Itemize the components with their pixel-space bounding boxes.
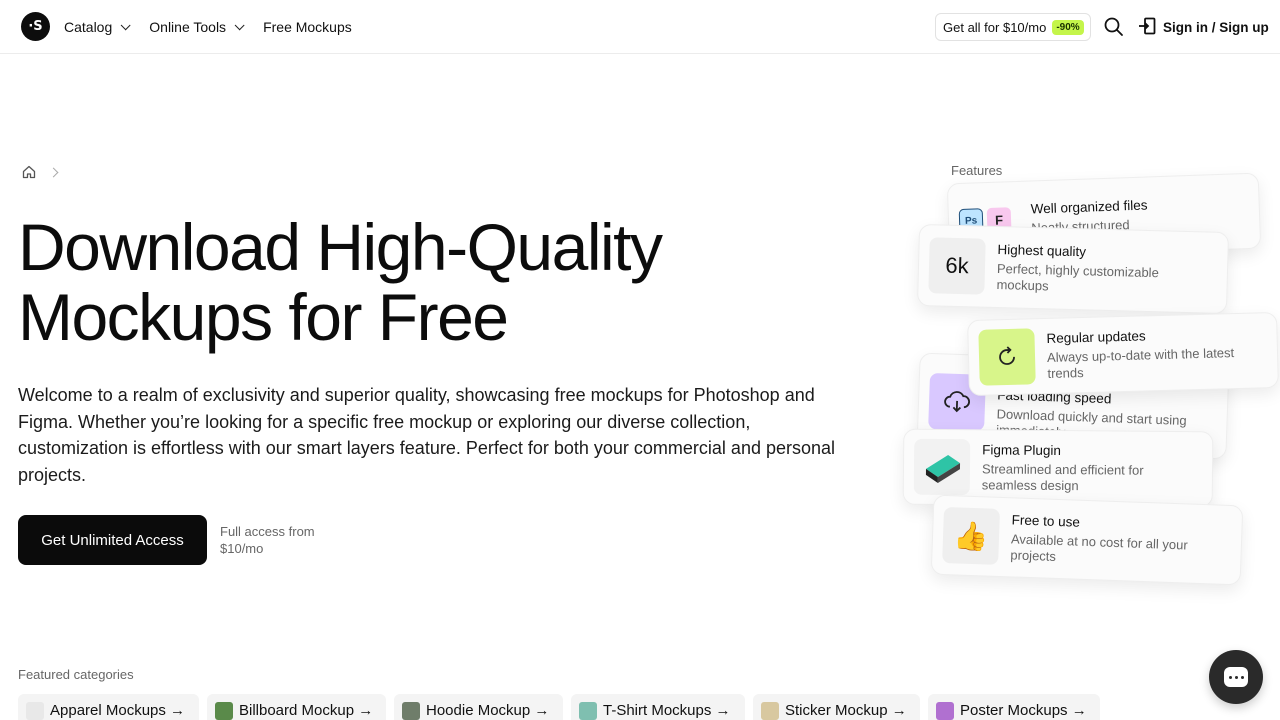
category-thumbnail — [936, 702, 954, 720]
refresh-icon — [978, 328, 1036, 386]
promo-label: Get all for $10/mo — [943, 19, 1047, 35]
category-label: Poster Mockups → — [960, 702, 1087, 719]
feature-desc: Always up-to-date with the latest trends — [1046, 344, 1235, 381]
category-thumbnail — [402, 702, 420, 720]
breadcrumb — [18, 161, 59, 183]
quality-6k-icon: 6k — [928, 237, 986, 295]
category-label: Sticker Mockup → — [785, 702, 907, 719]
featured-categories-label: Featured categories — [18, 667, 134, 682]
category-thumbnail — [579, 702, 597, 720]
chevron-down-icon — [120, 19, 131, 30]
nav-online-tools[interactable]: Online Tools — [149, 19, 245, 35]
feature-title: Figma Plugin — [982, 441, 1062, 458]
page-title: Download High-Quality Mockups for Free — [18, 212, 738, 352]
home-icon[interactable] — [18, 161, 40, 183]
nav-catalog-label: Catalog — [64, 19, 113, 35]
feature-card-free: 👍 Free to use Available at no cost for a… — [930, 494, 1244, 586]
login-icon — [1138, 17, 1156, 38]
category-label: Billboard Mockup → — [239, 702, 374, 719]
category-billboard[interactable]: Billboard Mockup → — [207, 694, 386, 720]
category-label: Hoodie Mockup → — [426, 702, 550, 719]
chevron-right-icon — [48, 167, 59, 177]
title-line-1: Download High-Quality — [18, 210, 663, 284]
get-unlimited-access-button[interactable]: Get Unlimited Access — [18, 515, 207, 565]
feature-title: Free to use — [1011, 511, 1081, 530]
site-header: ·S Catalog Online Tools Free Mockups Get… — [0, 0, 1280, 54]
search-icon[interactable] — [1103, 16, 1125, 38]
chat-icon — [1224, 667, 1248, 687]
chat-button[interactable] — [1209, 650, 1263, 704]
nav-free-mockups-label: Free Mockups — [263, 19, 352, 35]
category-label: Apparel Mockups → — [50, 702, 186, 719]
nav-online-tools-label: Online Tools — [149, 19, 227, 35]
category-tshirt[interactable]: T-Shirt Mockups → — [571, 694, 745, 720]
nav-catalog[interactable]: Catalog — [64, 19, 131, 35]
thumbs-up-icon: 👍 — [942, 506, 1001, 565]
category-thumbnail — [761, 702, 779, 720]
logo[interactable]: ·S — [21, 12, 50, 41]
discount-badge: -90% — [1052, 19, 1084, 35]
promo-button[interactable]: Get all for $10/mo -90% — [935, 13, 1091, 41]
feature-title: Highest quality — [997, 241, 1087, 259]
category-apparel[interactable]: Apparel Mockups → — [18, 694, 199, 720]
category-thumbnail — [215, 702, 233, 720]
feature-card-updates: Regular updates Always up-to-date with t… — [967, 311, 1279, 397]
nav-free-mockups[interactable]: Free Mockups — [263, 19, 352, 35]
category-label: T-Shirt Mockups → — [603, 702, 731, 719]
category-hoodie[interactable]: Hoodie Mockup → — [394, 694, 563, 720]
feature-desc: Streamlined and efficient for seamless d… — [981, 460, 1144, 493]
main-nav: Catalog Online Tools Free Mockups — [64, 0, 352, 54]
category-poster[interactable]: Poster Mockups → — [928, 694, 1100, 720]
category-sticker[interactable]: Sticker Mockup → — [753, 694, 920, 720]
feature-desc: Perfect, highly customizable mockups — [996, 260, 1160, 293]
feature-title: Well organized files — [1030, 196, 1148, 217]
pricing-note: Full access from $10/mo — [220, 524, 315, 556]
title-line-2: Mockups for Free — [18, 280, 509, 354]
signin-button[interactable]: Sign in / Sign up — [1138, 16, 1269, 38]
feature-desc: Available at no cost for all your projec… — [1010, 530, 1188, 564]
hero-description: Welcome to a realm of exclusivity and su… — [18, 385, 836, 485]
feature-card-quality: 6k Highest quality Perfect, highly custo… — [916, 223, 1230, 315]
plugin-icon — [913, 438, 971, 496]
features-label: Features — [951, 163, 1003, 178]
category-thumbnail — [26, 702, 44, 720]
chevron-down-icon — [234, 19, 245, 30]
feature-title: Regular updates — [1046, 327, 1146, 346]
category-list: Apparel Mockups → Billboard Mockup → Hoo… — [18, 694, 1100, 720]
signin-label: Sign in / Sign up — [1163, 19, 1269, 35]
